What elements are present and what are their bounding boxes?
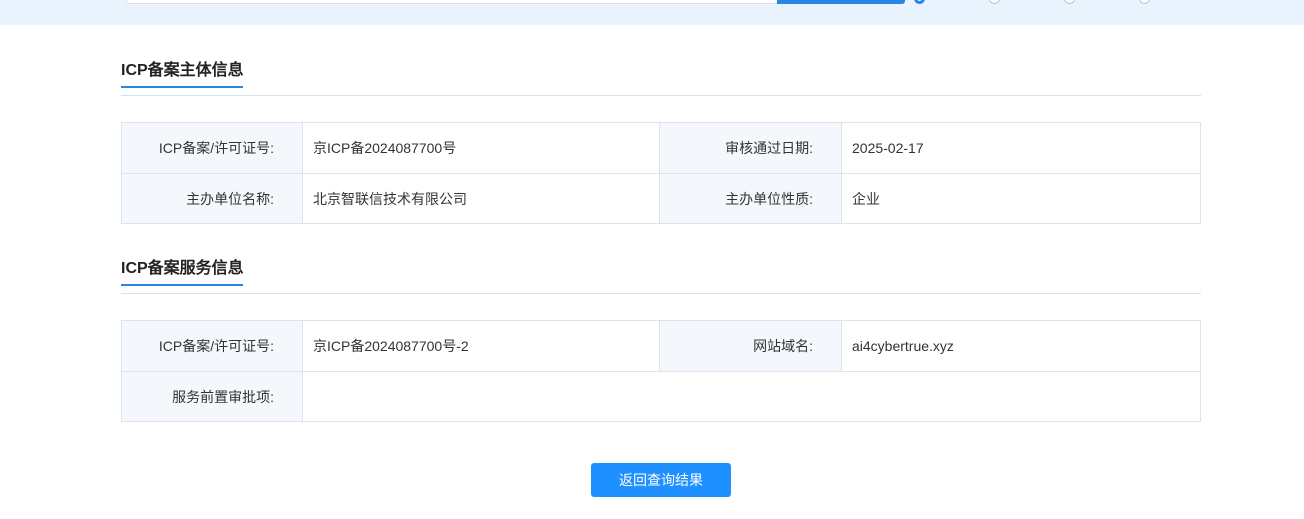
pre-approval-value: [303, 372, 1200, 421]
search-type-radio-1[interactable]: [914, 0, 969, 4]
search-type-radio-2[interactable]: [989, 0, 1044, 4]
website-domain-value: ai4cybertrue.xyz: [852, 338, 954, 354]
approval-date-value: 2025-02-17: [852, 140, 924, 156]
search-button[interactable]: [777, 0, 905, 4]
organizer-type-label: 主办单位性质:: [660, 174, 842, 223]
website-domain-label: 网站域名:: [660, 321, 842, 371]
service-license-number-label: ICP备案/许可证号:: [122, 321, 303, 371]
subject-info-table: ICP备案/许可证号: 京ICP备2024087700号 审核通过日期: 202…: [121, 122, 1201, 224]
top-search-bar: [0, 0, 1304, 25]
radio-dot-icon: [1139, 0, 1150, 4]
section-divider: [121, 293, 1201, 294]
radio-dot-icon: [914, 0, 925, 4]
table-row: ICP备案/许可证号: 京ICP备2024087700号-2 网站域名: ai4…: [122, 321, 1200, 371]
subject-section-title: ICP备案主体信息: [121, 60, 244, 88]
section-title-underline: [121, 284, 243, 286]
search-type-radio-3[interactable]: [1064, 0, 1119, 4]
section-title-underline: [121, 86, 243, 88]
service-section-title: ICP备案服务信息: [121, 258, 244, 286]
approval-date-label: 审核通过日期:: [660, 123, 842, 173]
search-type-radio-group: [914, 0, 1194, 4]
organizer-name-label: 主办单位名称:: [122, 174, 303, 223]
pre-approval-label: 服务前置审批项:: [122, 372, 303, 421]
table-row: 主办单位名称: 北京智联信技术有限公司 主办单位性质: 企业: [122, 173, 1200, 223]
table-row: 服务前置审批项:: [122, 371, 1200, 421]
search-input[interactable]: [126, 0, 778, 4]
section-divider: [121, 95, 1201, 96]
license-number-label: ICP备案/许可证号:: [122, 123, 303, 173]
radio-dot-icon: [989, 0, 1000, 4]
search-type-radio-4[interactable]: [1139, 0, 1194, 4]
radio-dot-icon: [1064, 0, 1075, 4]
service-info-table: ICP备案/许可证号: 京ICP备2024087700号-2 网站域名: ai4…: [121, 320, 1201, 422]
service-license-number-value: 京ICP备2024087700号-2: [303, 321, 660, 371]
license-number-value: 京ICP备2024087700号: [303, 123, 660, 173]
organizer-name-value: 北京智联信技术有限公司: [303, 174, 660, 223]
table-row: ICP备案/许可证号: 京ICP备2024087700号 审核通过日期: 202…: [122, 123, 1200, 173]
back-to-results-button[interactable]: 返回查询结果: [591, 463, 731, 497]
organizer-type-value: 企业: [852, 190, 880, 207]
